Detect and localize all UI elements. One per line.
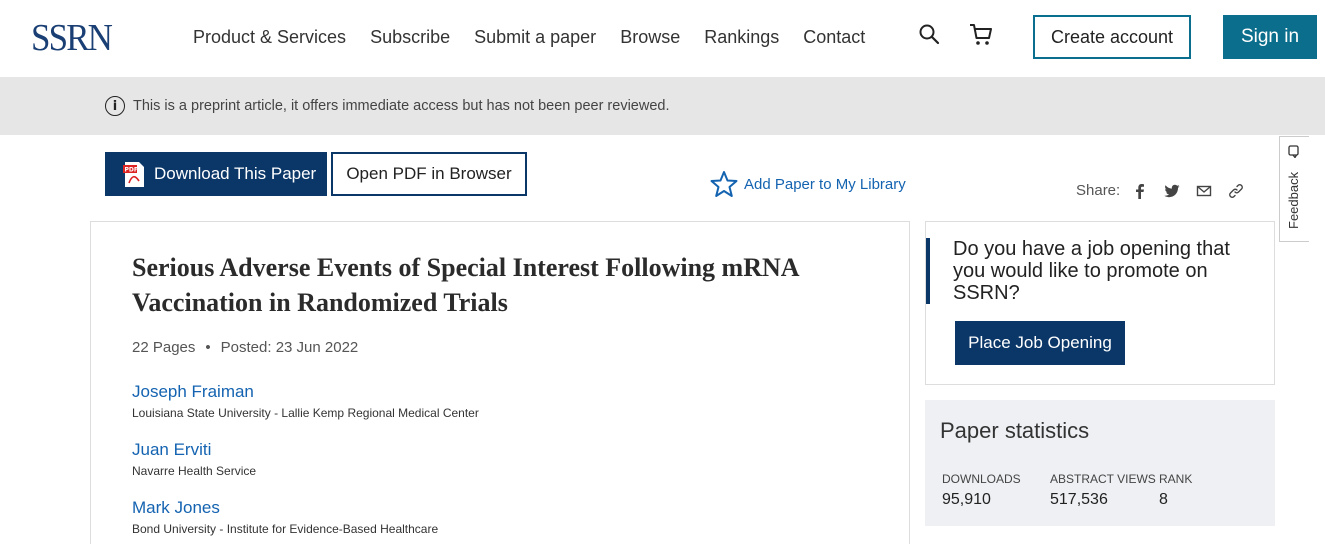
downloads-stat: DOWNLOADS 95,910 bbox=[942, 472, 1021, 510]
abstract-views-label: ABSTRACT VIEWS bbox=[1050, 472, 1156, 486]
email-icon[interactable] bbox=[1196, 183, 1212, 199]
paper-statistics-card: Paper statistics DOWNLOADS 95,910 ABSTRA… bbox=[925, 400, 1275, 526]
abstract-views-value: 517,536 bbox=[1050, 491, 1108, 508]
nav-subscribe[interactable]: Subscribe bbox=[370, 25, 450, 49]
facebook-icon[interactable] bbox=[1132, 183, 1148, 199]
page-count: 22 Pages bbox=[132, 339, 196, 356]
star-icon bbox=[710, 171, 738, 197]
downloads-value: 95,910 bbox=[942, 491, 991, 508]
abstract-views-stat: ABSTRACT VIEWS 517,536 bbox=[1050, 472, 1156, 510]
meta-separator: • bbox=[205, 339, 211, 356]
share-label: Share: bbox=[1076, 182, 1121, 199]
link-icon[interactable] bbox=[1228, 183, 1244, 199]
svg-text:PDF: PDF bbox=[125, 166, 138, 173]
download-paper-button[interactable]: PDF Download This Paper bbox=[105, 152, 327, 196]
paper-card: Serious Adverse Events of Special Intere… bbox=[90, 221, 910, 544]
pdf-icon: PDF bbox=[123, 161, 144, 187]
paper-title: Serious Adverse Events of Special Intere… bbox=[132, 253, 799, 317]
accent-bar bbox=[926, 238, 930, 304]
info-icon: i bbox=[105, 96, 125, 116]
rank-label: RANK bbox=[1159, 472, 1193, 486]
feedback-icon bbox=[1288, 145, 1299, 158]
downloads-label: DOWNLOADS bbox=[942, 472, 1021, 486]
author-entry: Juan Erviti Navarre Health Service bbox=[132, 439, 256, 479]
nav-contact[interactable]: Contact bbox=[803, 25, 865, 49]
posted-date: Posted: 23 Jun 2022 bbox=[220, 339, 359, 356]
download-paper-label: Download This Paper bbox=[154, 164, 317, 183]
job-opening-card: Do you have a job opening that you would… bbox=[925, 221, 1275, 385]
preprint-notice-bar: i This is a preprint article, it offers … bbox=[0, 77, 1325, 135]
paper-meta: 22 Pages • Posted: 23 Jun 2022 bbox=[132, 339, 358, 356]
author-affiliation: Navarre Health Service bbox=[132, 464, 257, 478]
nav-submit-paper[interactable]: Submit a paper bbox=[474, 25, 596, 49]
main-nav: Product & Services Subscribe Submit a pa… bbox=[193, 25, 889, 49]
paper-statistics-title: Paper statistics bbox=[940, 418, 1090, 443]
rank-stat: RANK 8 bbox=[1159, 472, 1192, 510]
search-icon[interactable] bbox=[918, 23, 940, 45]
ssrn-logo[interactable]: SSRN bbox=[31, 18, 113, 58]
author-affiliation: Louisiana State University - Lallie Kemp… bbox=[132, 406, 479, 420]
create-account-button[interactable]: Create account bbox=[1033, 15, 1191, 59]
twitter-icon[interactable] bbox=[1164, 183, 1180, 199]
feedback-tab[interactable]: Feedback bbox=[1279, 136, 1309, 242]
job-opening-question: Do you have a job opening that you would… bbox=[953, 238, 1230, 304]
sign-in-button[interactable]: Sign in bbox=[1223, 15, 1317, 59]
author-name-link[interactable]: Mark Jones bbox=[132, 497, 438, 519]
author-name-link[interactable]: Juan Erviti bbox=[132, 439, 256, 461]
nav-rankings[interactable]: Rankings bbox=[704, 25, 779, 49]
rank-value: 8 bbox=[1159, 491, 1168, 508]
place-job-opening-button[interactable]: Place Job Opening bbox=[955, 321, 1125, 365]
share-bar: Share: bbox=[1076, 182, 1260, 199]
feedback-label: Feedback bbox=[1286, 171, 1301, 229]
cart-icon[interactable] bbox=[968, 22, 994, 48]
author-affiliation: Bond University - Institute for Evidence… bbox=[132, 522, 439, 536]
open-pdf-button[interactable]: Open PDF in Browser bbox=[331, 152, 527, 196]
author-entry: Joseph Fraiman Louisiana State Universit… bbox=[132, 381, 479, 421]
preprint-notice-text: This is a preprint article, it offers im… bbox=[133, 98, 670, 114]
nav-browse[interactable]: Browse bbox=[620, 25, 680, 49]
add-to-library-link[interactable]: Add Paper to My Library bbox=[710, 170, 906, 198]
add-to-library-label: Add Paper to My Library bbox=[744, 175, 906, 193]
author-name-link[interactable]: Joseph Fraiman bbox=[132, 381, 479, 403]
nav-product-services[interactable]: Product & Services bbox=[193, 25, 346, 49]
site-header: SSRN Product & Services Subscribe Submit… bbox=[0, 0, 1325, 77]
author-entry: Mark Jones Bond University - Institute f… bbox=[132, 497, 438, 537]
